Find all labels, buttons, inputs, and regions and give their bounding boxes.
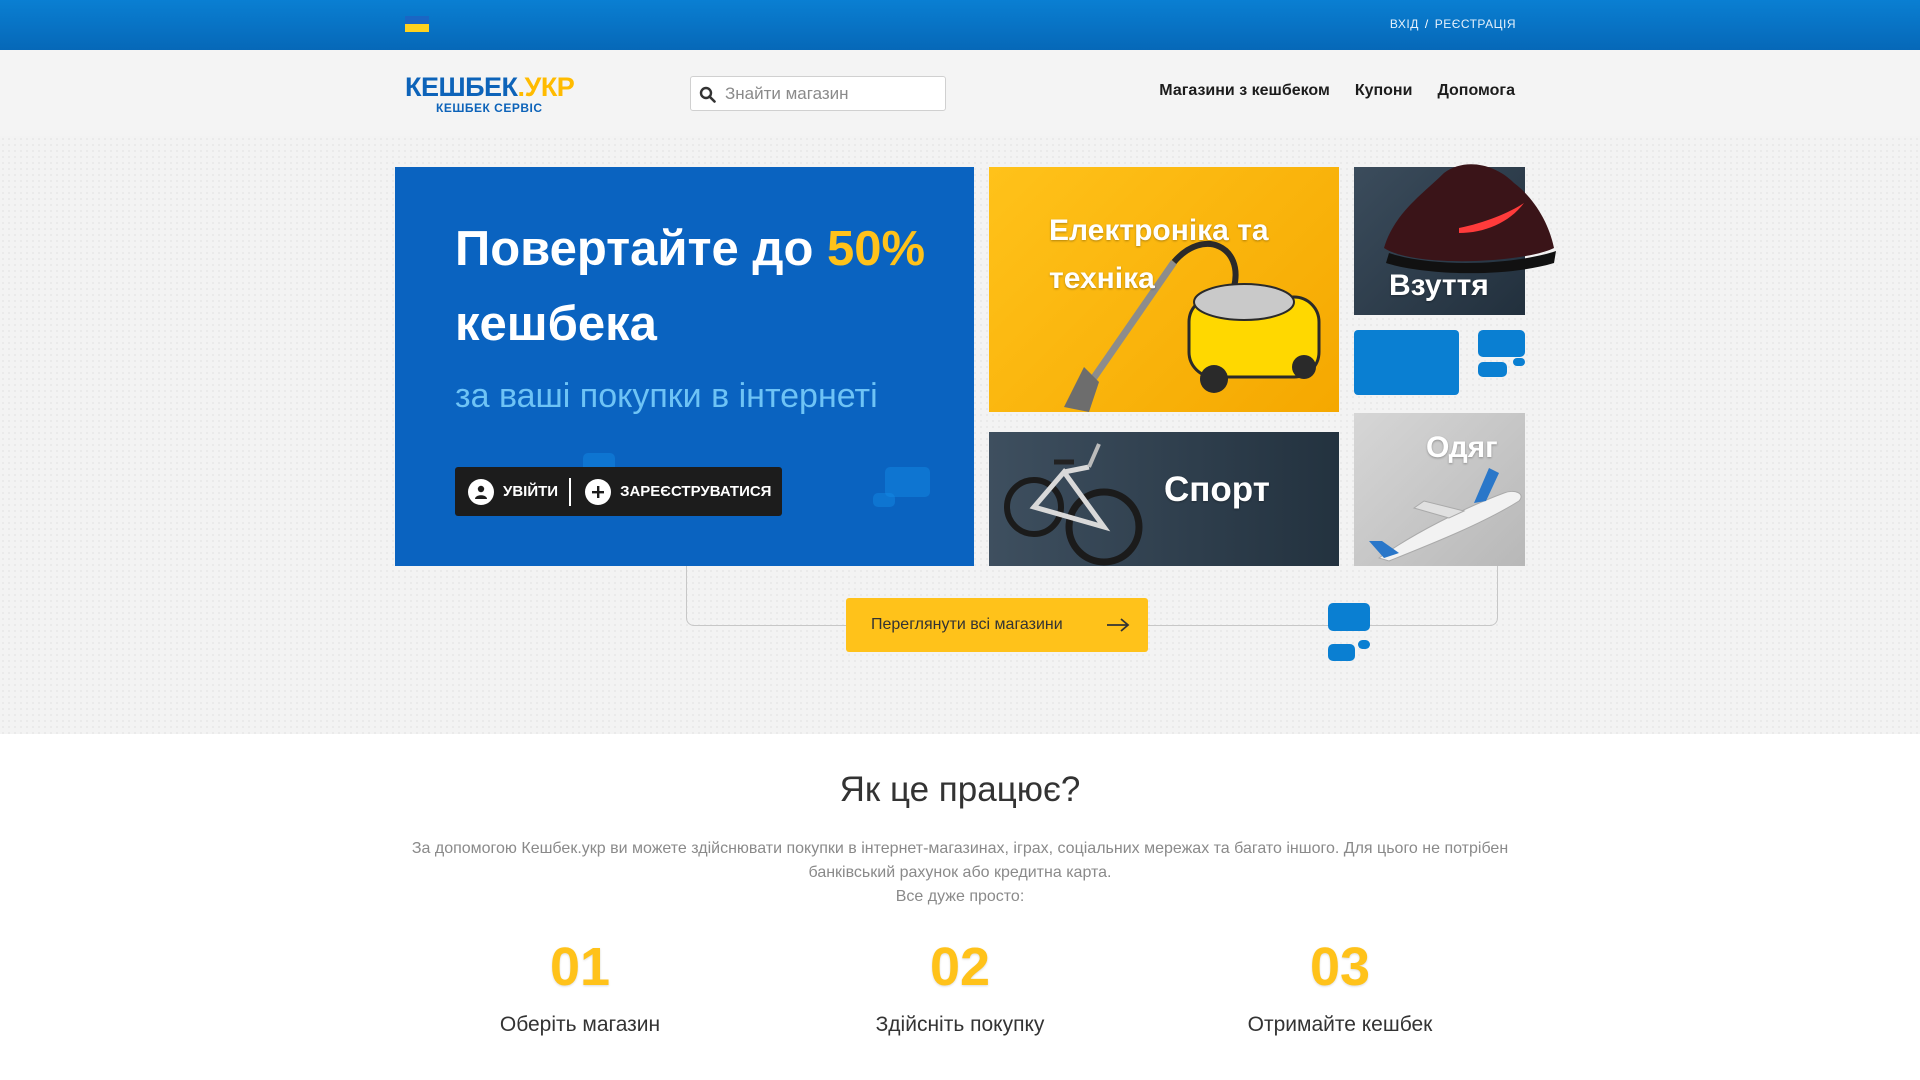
- how-it-works-description: За допомогою Кешбек.укр ви можете здійсн…: [410, 837, 1510, 909]
- top-register-link[interactable]: РЕЄСТРАЦІЯ: [1435, 17, 1516, 31]
- step-number: 01: [549, 937, 611, 997]
- category-tile-shoes[interactable]: Взуття: [1354, 164, 1556, 315]
- login-button-label: УВІЙТИ: [503, 483, 559, 500]
- nav-stores-with-cashback[interactable]: Магазини з кешбеком: [1159, 82, 1330, 100]
- headline-text: Повертайте до: [455, 222, 828, 276]
- step-1: 01 Оберіть магазин: [430, 937, 730, 1037]
- view-all-stores-button[interactable]: Переглянути всі магазини: [846, 598, 1148, 652]
- description-text-simple: Все дуже просто:: [895, 888, 1025, 905]
- sneaker-icon: [1384, 164, 1556, 274]
- chat-bubble-decoration: [873, 493, 895, 507]
- auth-links: ВХІД / РЕЄСТРАЦІЯ: [1390, 17, 1516, 31]
- promo-headline: Повертайте до 50% кешбека: [455, 212, 955, 362]
- step-caption: Оберіть магазин: [499, 1013, 661, 1036]
- search-box: [690, 76, 946, 111]
- chat-bubble-decoration: [1358, 640, 1370, 649]
- promo-banner: Повертайте до 50% кешбека за ваші покупк…: [395, 167, 974, 566]
- headline-text-line2: кешбека: [455, 297, 657, 351]
- arrow-right-icon: [1107, 618, 1130, 632]
- tile-label-shoes: Взуття: [1389, 269, 1489, 302]
- main-nav: Магазини з кешбеком Купони Допомога: [1159, 82, 1515, 100]
- step-caption: Здійсніть покупку: [875, 1013, 1045, 1036]
- chat-bubble-decoration: [1478, 362, 1507, 377]
- chat-bubble-decoration: [1478, 330, 1525, 357]
- site-header: КЕШБЕК.УКР КЕШБЕК СЕРВІС Магазини з кешб…: [0, 50, 1920, 136]
- search-icon[interactable]: [699, 86, 716, 103]
- category-tile-clothes[interactable]: Одяг: [1354, 413, 1525, 566]
- blue-decoration-block: [1354, 330, 1459, 395]
- site-logo[interactable]: КЕШБЕК.УКР КЕШБЕК СЕРВІС: [405, 72, 575, 115]
- bicycle-icon: [1004, 443, 1143, 566]
- tile-label-electronics: Електроніка та техніка: [1049, 214, 1269, 295]
- tile-label-sport: Спорт: [1164, 470, 1270, 509]
- logo-domain-text: .УКР: [517, 72, 575, 102]
- ukraine-flag-icon: [405, 16, 429, 32]
- chat-bubble-decoration: [1328, 644, 1355, 661]
- how-it-works-title: Як це працює?: [839, 770, 1081, 809]
- step-number: 02: [929, 937, 991, 997]
- nav-help[interactable]: Допомога: [1437, 82, 1515, 100]
- top-login-link[interactable]: ВХІД: [1390, 17, 1419, 31]
- register-button[interactable]: ЗАРЕЄСТРУВАТИСЯ: [571, 478, 772, 505]
- step-2: 02 Здійсніть покупку: [810, 937, 1110, 1037]
- view-all-stores-label: Переглянути всі магазини: [871, 616, 1063, 633]
- search-input[interactable]: [725, 83, 935, 105]
- logo-main-text: КЕШБЕК: [405, 72, 518, 102]
- chat-bubble-decoration: [1513, 358, 1525, 366]
- headline-accent: 50%: [827, 222, 926, 276]
- auth-button-bar: УВІЙТИ ЗАРЕЄСТРУВАТИСЯ: [455, 467, 782, 516]
- description-text: За допомогою Кешбек.укр ви можете здійсн…: [411, 840, 1509, 881]
- chat-bubble-decoration: [1328, 603, 1370, 631]
- plus-icon: [585, 478, 612, 505]
- step-caption: Отримайте кешбек: [1247, 1013, 1433, 1036]
- login-button[interactable]: УВІЙТИ: [455, 478, 569, 505]
- top-bar: ВХІД / РЕЄСТРАЦІЯ: [0, 0, 1920, 50]
- logo-subtitle: КЕШБЕК СЕРВІС: [436, 101, 543, 115]
- tile-label-clothes: Одяг: [1426, 431, 1498, 464]
- category-tile-sport[interactable]: Спорт: [989, 432, 1339, 566]
- user-icon: [468, 478, 494, 505]
- category-tile-electronics[interactable]: Електроніка та техніка: [989, 167, 1339, 412]
- step-3: 03 Отримайте кешбек: [1190, 937, 1490, 1037]
- promo-subheadline: за ваші покупки в інтернеті: [455, 377, 878, 415]
- step-number: 03: [1309, 937, 1371, 997]
- nav-coupons[interactable]: Купони: [1355, 82, 1413, 100]
- auth-separator: /: [1424, 17, 1429, 31]
- register-button-label: ЗАРЕЄСТРУВАТИСЯ: [620, 483, 772, 500]
